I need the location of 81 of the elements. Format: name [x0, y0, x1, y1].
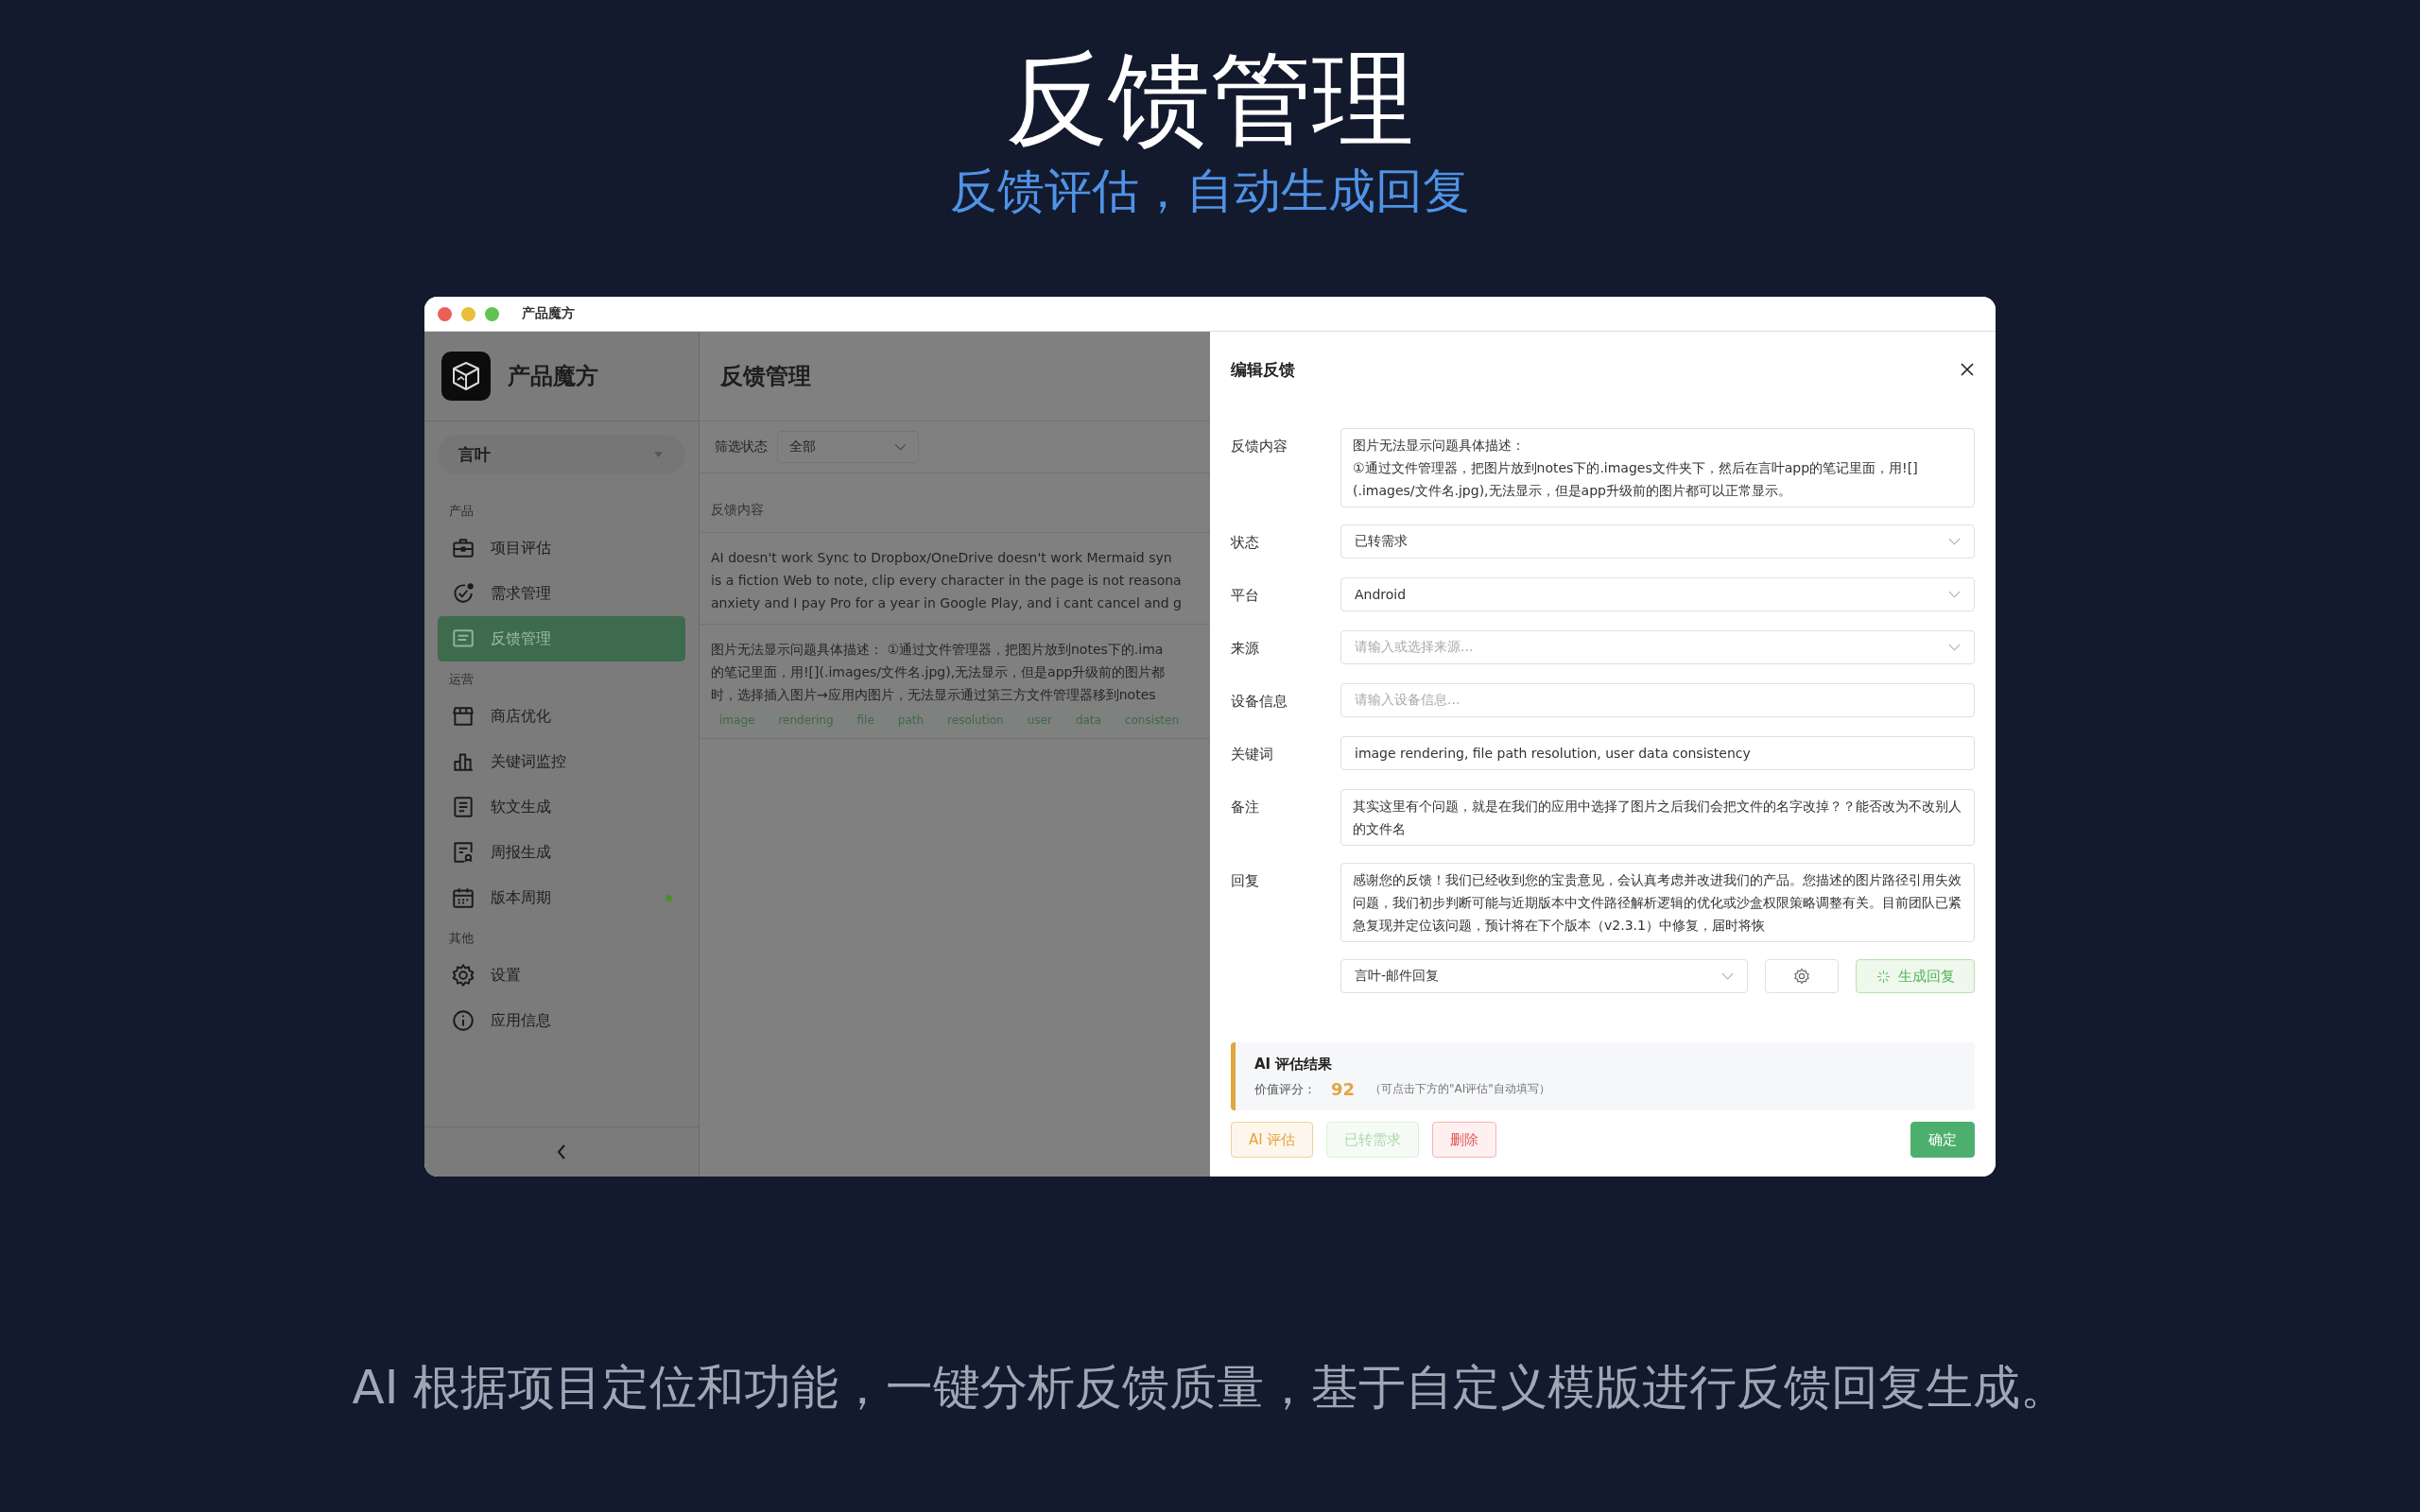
collapse-icon[interactable] [557, 1144, 566, 1160]
field-label: 备注 [1231, 798, 1260, 817]
zoom-window-icon[interactable] [485, 306, 499, 321]
keyword-tag: rendering [769, 712, 842, 729]
keyword-tag: path [889, 712, 933, 729]
field-label: 来源 [1231, 639, 1260, 659]
page-caption: AI 根据项目定位和功能，一键分析反馈质量，基于自定义模版进行反馈回复生成。 [352, 1359, 2068, 1417]
chevron-down-icon [1948, 591, 1961, 598]
section-label: 其他 [448, 930, 475, 947]
chevron-down-icon [894, 443, 907, 451]
chevron-down-icon [1948, 538, 1961, 545]
action-button[interactable]: 删除 [1432, 1122, 1497, 1158]
template-select[interactable]: 言叶-邮件回复 [1340, 959, 1748, 993]
select-field[interactable]: 请输入或选择来源... [1340, 630, 1975, 664]
action-button[interactable]: AI 评估 [1231, 1122, 1314, 1158]
nav-item[interactable]: 设置 [438, 953, 685, 998]
nav-item[interactable]: 需求管理 [438, 571, 685, 616]
chevron-down-icon [1948, 644, 1961, 651]
feedback-text[interactable]: AI doesn't work Sync to Dropbox/OneDrive doesn't work Mermaid syn is a fiction Web to note, clip every character in the page is not reasona anxiety and I pay Pro for a year in Google Play, and i cant cancel and g [711, 546, 1199, 614]
field-label: 反馈内容 [1231, 437, 1288, 456]
chevron-down-icon [1721, 972, 1734, 980]
page-subtitle: 反馈评估，自动生成回复 [950, 163, 1470, 220]
check-circle-icon [451, 581, 475, 606]
section-label: 运营 [448, 671, 475, 688]
calendar-icon [451, 885, 475, 910]
briefcase-icon [451, 536, 475, 560]
keyword-tag: data [1066, 712, 1110, 729]
keyword-tag: consisten [1115, 712, 1187, 729]
field-label: 关键词 [1231, 745, 1274, 765]
action-button[interactable]: 确定 [1910, 1122, 1975, 1158]
feedback-text[interactable]: 图片无法显示问题具体描述： ①通过文件管理器，把图片放到notes下的.ima 的笔记里面，用![](.images/文件名.jpg),无法显示，但是app升级前的图片都 时，选择插入图片→应用内图片，无法显示通过第三方文件管理器移到notes [711, 638, 1199, 706]
window-title: 产品魔方 [522, 305, 575, 322]
keyword-tag: resolution [939, 712, 1012, 729]
nav-item[interactable]: 反馈管理 [438, 616, 685, 662]
nav-item[interactable]: 项目评估 [438, 525, 685, 571]
page-title: 反馈管理 [1006, 39, 1414, 160]
settings-icon [1793, 968, 1810, 985]
nav-item[interactable]: 商店优化 [438, 694, 685, 739]
score-value: 92 [1331, 1079, 1356, 1099]
sparkle-icon [1876, 969, 1891, 984]
nav-item[interactable]: 软文生成 [438, 784, 685, 830]
app-name: 产品魔方 [508, 362, 598, 391]
close-icon[interactable] [1960, 362, 1975, 377]
generate-reply-button[interactable]: 生成回复 [1856, 959, 1975, 993]
select-field[interactable]: Android [1340, 577, 1975, 611]
text-area[interactable]: 感谢您的反馈！我们已经收到您的宝贵意见，会认真考虑并改进我们的产品。您描述的图片路径引用失效问题，我们初步判断可能与近期版本中文件路径解析逻辑的优化或沙盒权限策略调整有关。目前团队已紧急复现并定位该问题，预计将在下个版本（v2.3.1）中修复，届时将恢 [1340, 863, 1975, 942]
page-heading: 反馈管理 [720, 362, 811, 391]
info-icon [451, 1008, 475, 1033]
field-label: 平台 [1231, 586, 1260, 606]
minimize-window-icon[interactable] [461, 306, 475, 321]
nav-item[interactable]: 周报生成 [438, 830, 685, 875]
text-area[interactable]: 其实这里有个问题，就是在我们的应用中选择了图片之后我们会把文件的名字改掉？？能否改为不改别人的文件名 [1340, 789, 1975, 846]
keyword-tag: user [1018, 712, 1061, 729]
dropdown-icon [654, 452, 663, 457]
score-label: 价值评分： [1254, 1080, 1316, 1098]
text-area[interactable]: 图片无法显示问题具体描述： ①通过文件管理器，把图片放到notes下的.images文件夹下，然后在言叶app的笔记里面，用![](.images/文件名.jpg),无法显示，但是app升级前的图片都可以正常显示。 [1340, 428, 1975, 507]
select-field[interactable]: 已转需求 [1340, 524, 1975, 558]
field-label: 状态 [1231, 533, 1260, 553]
input-field[interactable]: 请输入设备信息... [1340, 683, 1975, 717]
section-label: 产品 [448, 503, 475, 520]
field-label: 回复 [1231, 871, 1260, 891]
filter-label: 筛选状态 [715, 438, 768, 455]
document-icon [451, 795, 475, 819]
template-settings-button[interactable] [1765, 959, 1839, 993]
workspace-select[interactable]: 言叶 [438, 435, 685, 474]
nav-item[interactable]: 版本周期 [438, 875, 685, 920]
settings-icon [451, 963, 475, 988]
report-icon [451, 840, 475, 865]
status-filter-select[interactable]: 全部 [777, 431, 919, 463]
input-field[interactable]: image rendering, file path resolution, user data consistency [1340, 736, 1975, 770]
field-label: 设备信息 [1231, 692, 1288, 712]
cube-logo-icon [441, 352, 491, 401]
drawer-title: 编辑反馈 [1231, 358, 1295, 381]
close-window-icon[interactable] [438, 306, 452, 321]
keyword-tag: file [848, 712, 883, 729]
nav-item[interactable]: 应用信息 [438, 998, 685, 1043]
score-hint: （可点击下方的"AI评估"自动填写） [1370, 1081, 1550, 1097]
nav-item[interactable]: 关键词监控 [438, 739, 685, 784]
keyword-tag: image [711, 712, 764, 729]
panel-title: AI 评估结果 [1254, 1056, 1334, 1074]
storefront-icon [451, 704, 475, 729]
